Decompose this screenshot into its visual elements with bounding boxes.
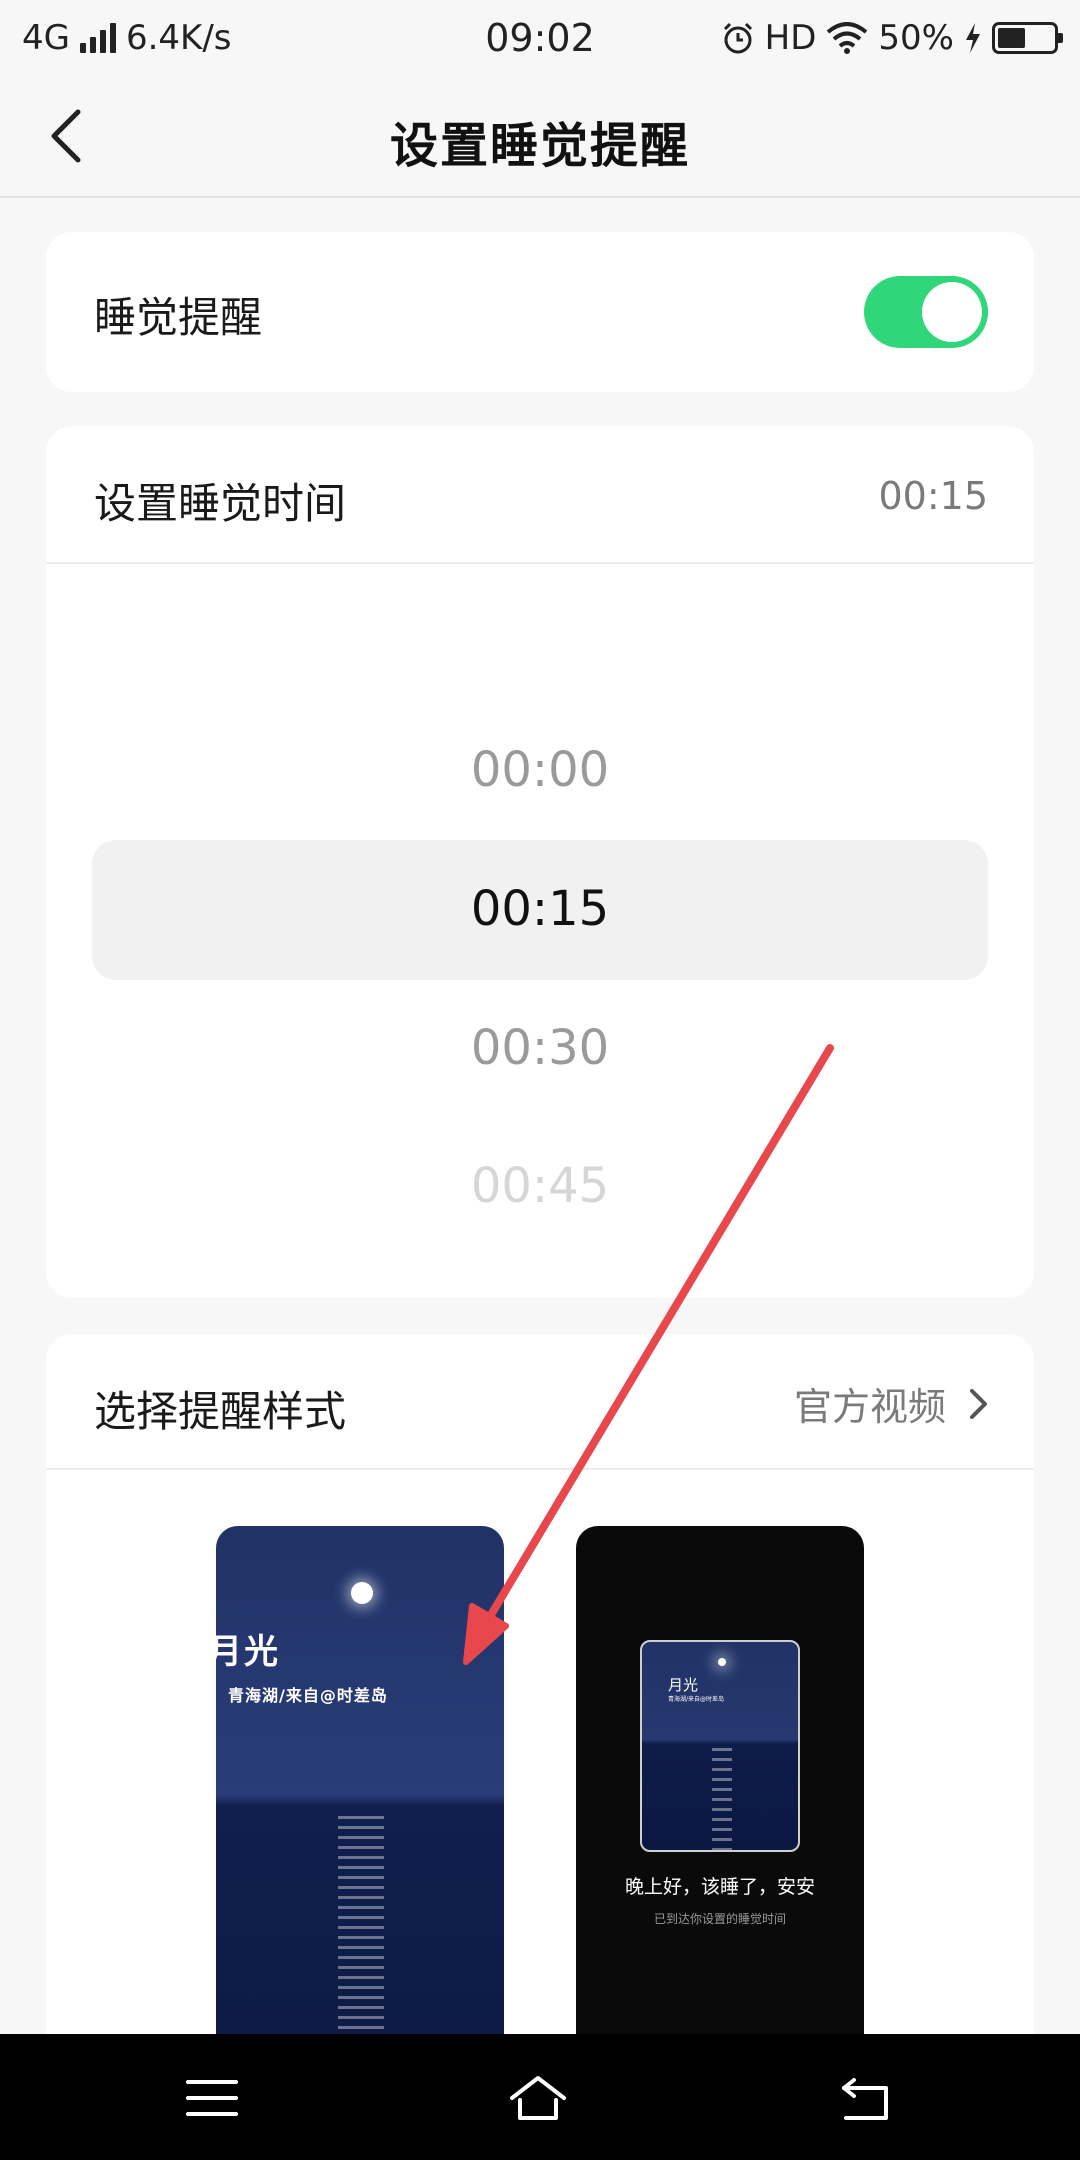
mini-preview-frame: 月光 青海湖/来自@时差岛 xyxy=(640,1640,800,1852)
mini-preview-subtitle: 青海湖/来自@时差岛 xyxy=(668,1696,725,1703)
mini-preview-title: 月光 xyxy=(668,1676,699,1694)
signal-icon xyxy=(79,23,116,53)
battery-level xyxy=(998,28,1025,48)
status-bar: 4G 6.4K/s 09:02 HD 50% xyxy=(0,0,1080,76)
preview-subtitle: 青海湖/来自@时差岛 xyxy=(228,1686,388,1705)
picker-option[interactable]: 00:00 xyxy=(46,742,1034,798)
wifi-icon xyxy=(827,22,868,54)
status-right: HD 50% xyxy=(721,18,1063,58)
system-nav-bar xyxy=(0,2034,1080,2160)
sleep-time-value: 00:15 xyxy=(878,474,988,518)
preview-title: 月光 xyxy=(216,1632,280,1672)
style-preview-card[interactable]: 月光 青海湖/来自@时差岛 晚上好，该睡了，安安 已到达你设置的睡觉时间 xyxy=(576,1526,864,2086)
back-nav-icon[interactable] xyxy=(836,2070,896,2126)
divider xyxy=(46,1468,1034,1470)
style-value: 官方视频 xyxy=(793,1385,946,1429)
style-label: 选择提醒样式 xyxy=(94,1387,347,1436)
reminder-label: 睡觉提醒 xyxy=(94,293,263,342)
preview-hint: 已到达你设置的睡觉时间 xyxy=(653,1912,786,1926)
preview-greeting: 晚上好，该睡了，安安 xyxy=(624,1876,815,1898)
style-preview-video[interactable]: 月光 青海湖/来自@时差岛 xyxy=(216,1526,504,2086)
network-type: 4G xyxy=(22,18,70,58)
divider xyxy=(46,562,1034,564)
moon-icon xyxy=(351,1582,373,1604)
nav-bar: 设置睡觉提醒 xyxy=(0,76,1080,198)
network-speed: 6.4K/s xyxy=(125,18,232,58)
moon-reflection xyxy=(712,1748,732,1850)
picker-option[interactable]: 00:45 xyxy=(46,1158,1034,1214)
page-title: 设置睡觉提醒 xyxy=(389,118,690,174)
menu-icon[interactable] xyxy=(182,2070,242,2126)
reminder-card: 睡觉提醒 xyxy=(46,232,1034,392)
charging-icon xyxy=(966,23,980,53)
moon-icon xyxy=(718,1658,726,1666)
status-left: 4G 6.4K/s xyxy=(22,18,232,58)
home-icon[interactable] xyxy=(508,2070,568,2126)
reminder-toggle[interactable] xyxy=(864,276,988,348)
chevron-right-icon xyxy=(970,1388,987,1419)
sleep-time-label: 设置睡觉时间 xyxy=(94,479,347,528)
battery-percent: 50% xyxy=(878,18,954,58)
alarm-icon xyxy=(723,22,752,54)
style-selector[interactable]: 官方视频 xyxy=(794,1376,990,1431)
battery-icon xyxy=(992,22,1063,54)
sleep-time-card: 设置睡觉时间 00:15 00:00 00:15 00:30 00:45 xyxy=(46,426,1034,1298)
picker-option[interactable]: 00:30 xyxy=(46,1020,1034,1076)
hd-badge: HD xyxy=(764,18,817,58)
toggle-knob xyxy=(922,282,982,342)
picker-option-selected[interactable]: 00:15 xyxy=(46,881,1034,937)
